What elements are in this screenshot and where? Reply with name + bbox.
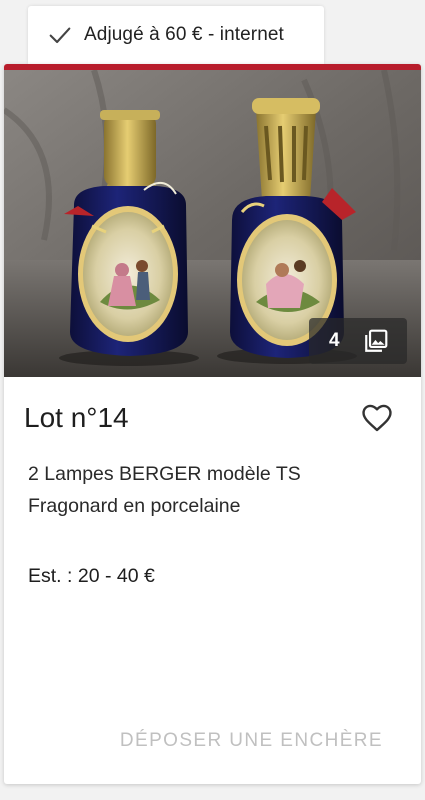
check-icon xyxy=(49,27,71,44)
sold-status-label: Adjugé à 60 € - internet xyxy=(84,24,284,45)
lot-estimate: Est. : 20 - 40 € xyxy=(28,565,155,587)
photo-count-badge[interactable]: 4 xyxy=(309,318,407,364)
sold-status-tab: Adjugé à 60 € - internet xyxy=(28,6,324,64)
heart-outline-icon[interactable] xyxy=(360,401,394,435)
lot-photo[interactable]: 4 xyxy=(4,70,421,377)
photo-count-number: 4 xyxy=(329,330,340,351)
lot-header: Lot n°14 xyxy=(24,398,394,438)
lot-title: Lot n°14 xyxy=(24,402,129,433)
lot-description: 2 Lampes BERGER modèle TS Fragonard en p… xyxy=(28,463,301,517)
place-bid-button[interactable]: DÉPOSER UNE ENCHÈRE xyxy=(120,730,383,752)
photo-gallery-icon xyxy=(365,329,388,352)
